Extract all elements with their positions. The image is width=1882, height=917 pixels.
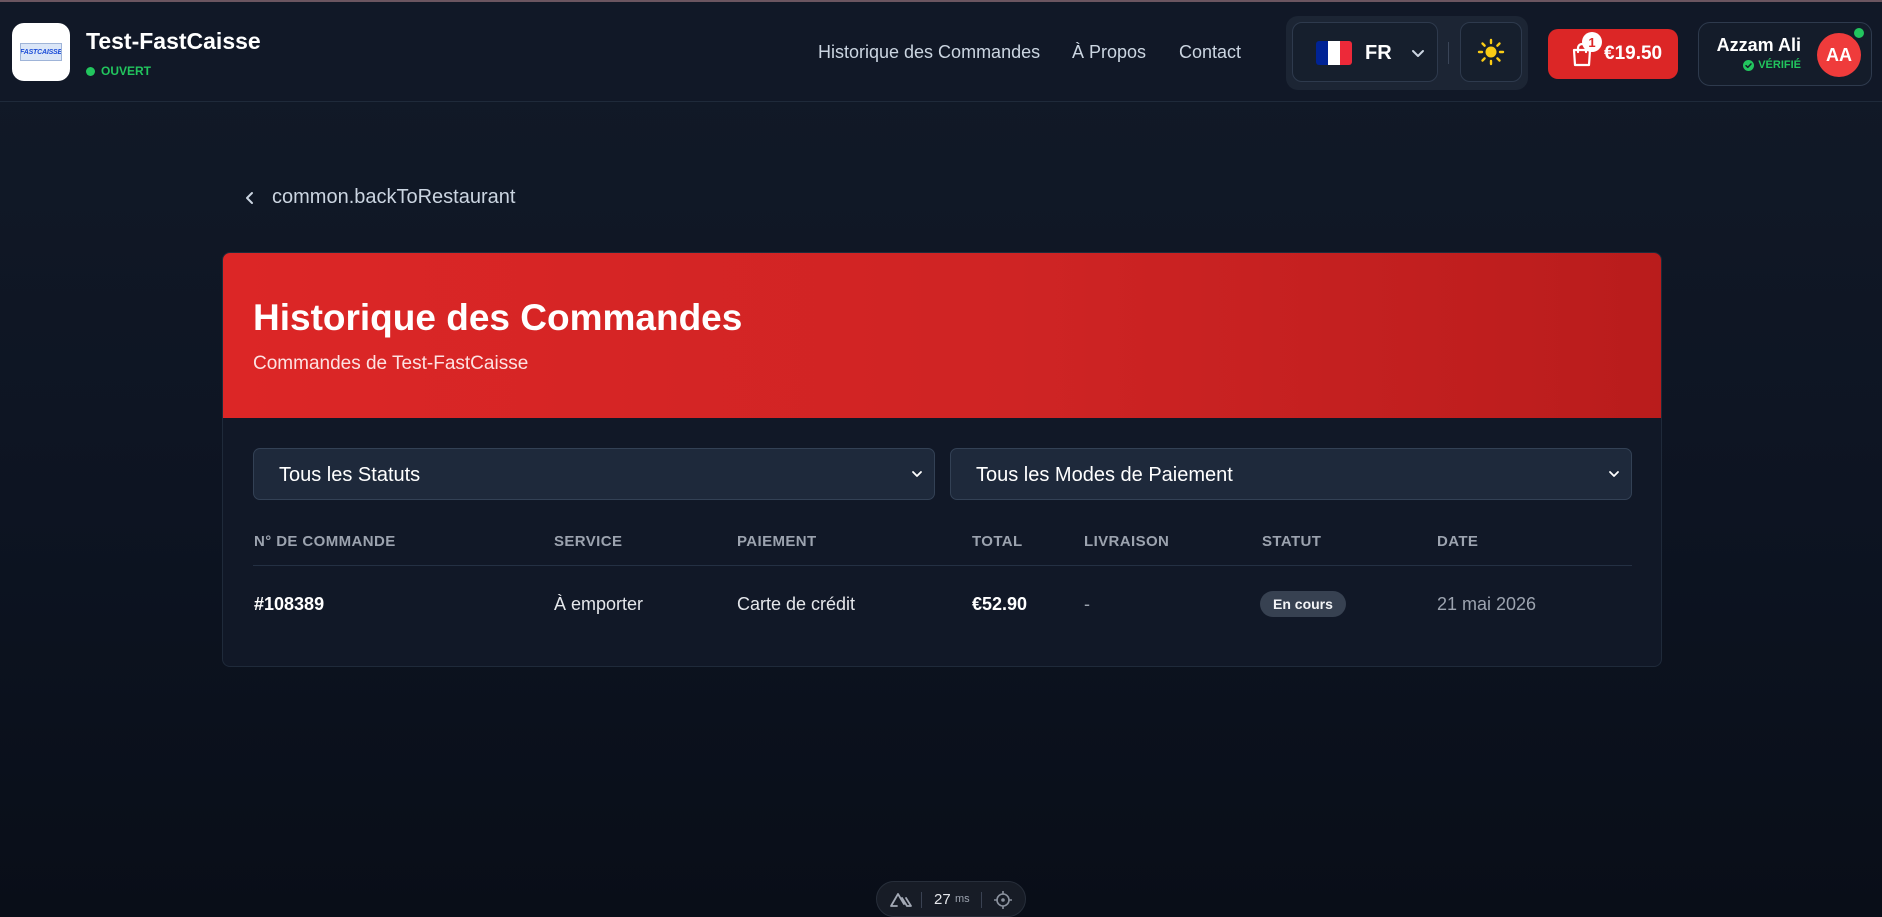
open-status: OUVERT xyxy=(86,64,151,78)
restaurant-logo[interactable]: FASTCAISSE xyxy=(12,23,70,81)
flag-stripe-white xyxy=(1328,41,1340,65)
page-subtitle: Commandes de Test-FastCaisse xyxy=(253,353,529,374)
header-controls: FR xyxy=(1286,16,1528,90)
payment-filter-select[interactable]: Tous les Modes de Paiement xyxy=(950,448,1632,500)
column-header-date: DATE xyxy=(1437,533,1479,550)
devtools-separator xyxy=(981,892,982,908)
status-filter-value: Tous les Statuts xyxy=(279,464,421,486)
check-circle-icon xyxy=(1743,59,1755,71)
user-verified-label: VÉRIFIÉ xyxy=(1758,59,1801,71)
render-time-unit: ms xyxy=(955,893,970,905)
order-date: 21 mai 2026 xyxy=(1437,594,1537,614)
open-status-dot-icon xyxy=(86,66,95,76)
table-header-divider xyxy=(253,565,1632,566)
language-selector[interactable]: FR xyxy=(1292,22,1438,82)
france-flag-icon xyxy=(1316,41,1352,65)
payment-filter-value: Tous les Modes de Paiement xyxy=(976,464,1233,486)
restaurant-name[interactable]: Test-FastCaisse xyxy=(86,28,261,55)
logo-image: FASTCAISSE xyxy=(20,43,62,61)
chevron-down-icon xyxy=(912,471,922,477)
theme-toggle-button[interactable] xyxy=(1460,22,1522,82)
user-menu[interactable]: Azzam Ali VÉRIFIÉ AA xyxy=(1698,22,1872,86)
user-name: Azzam Ali xyxy=(1716,35,1801,55)
order-delivery: - xyxy=(1084,594,1090,614)
column-header-payment: PAIEMENT xyxy=(737,533,817,550)
sun-icon xyxy=(1477,38,1505,66)
column-header-total: TOTAL xyxy=(972,533,1023,550)
flag-stripe-red xyxy=(1340,41,1352,65)
cart-count-badge: 1 xyxy=(1582,32,1602,52)
flag-stripe-blue xyxy=(1316,41,1328,65)
language-code: FR xyxy=(1365,42,1392,64)
status-badge: En cours xyxy=(1260,591,1346,617)
back-to-restaurant-link[interactable]: common.backToRestaurant xyxy=(244,186,515,209)
devtools-pill[interactable]: 27 ms xyxy=(876,881,1026,917)
column-header-service: SERVICE xyxy=(554,533,623,550)
chevron-down-icon xyxy=(1412,50,1424,57)
online-indicator-icon xyxy=(1851,25,1867,41)
order-history-card: Historique des Commandes Commandes de Te… xyxy=(222,252,1662,667)
order-payment: Carte de crédit xyxy=(737,594,856,614)
open-status-label: OUVERT xyxy=(101,64,152,78)
crosshair-icon[interactable] xyxy=(994,891,1012,909)
logo-text: FASTCAISSE xyxy=(20,48,62,56)
nav-order-history[interactable]: Historique des Commandes xyxy=(818,42,1040,63)
order-history-header: Historique des Commandes Commandes de Te… xyxy=(223,253,1661,418)
render-time-value: 27 xyxy=(934,891,951,908)
column-header-status: STATUT xyxy=(1262,533,1322,550)
order-number[interactable]: #108389 xyxy=(254,594,324,615)
back-link-label: common.backToRestaurant xyxy=(272,186,516,208)
cart-button[interactable]: 1 €19.50 xyxy=(1548,29,1678,79)
controls-divider xyxy=(1448,42,1449,64)
devtools-separator xyxy=(921,892,922,908)
page-title: Historique des Commandes xyxy=(253,297,743,338)
cart-total: €19.50 xyxy=(1604,43,1663,64)
chevron-down-icon xyxy=(1609,471,1619,477)
column-header-order-number: N° DE COMMANDE xyxy=(254,533,396,550)
nuxt-logo-icon xyxy=(890,893,912,907)
order-total: €52.90 xyxy=(972,594,1028,614)
column-header-delivery: LIVRAISON xyxy=(1084,533,1170,550)
chevron-left-icon xyxy=(246,191,253,204)
nav-contact[interactable]: Contact xyxy=(1179,42,1241,63)
app-header: FASTCAISSE Test-FastCaisse OUVERT Histor… xyxy=(0,2,1882,102)
nav-about[interactable]: À Propos xyxy=(1072,42,1146,63)
user-verified-status: VÉRIFIÉ xyxy=(1743,59,1801,71)
status-filter-select[interactable]: Tous les Statuts xyxy=(253,448,935,500)
order-service: À emporter xyxy=(554,594,644,614)
